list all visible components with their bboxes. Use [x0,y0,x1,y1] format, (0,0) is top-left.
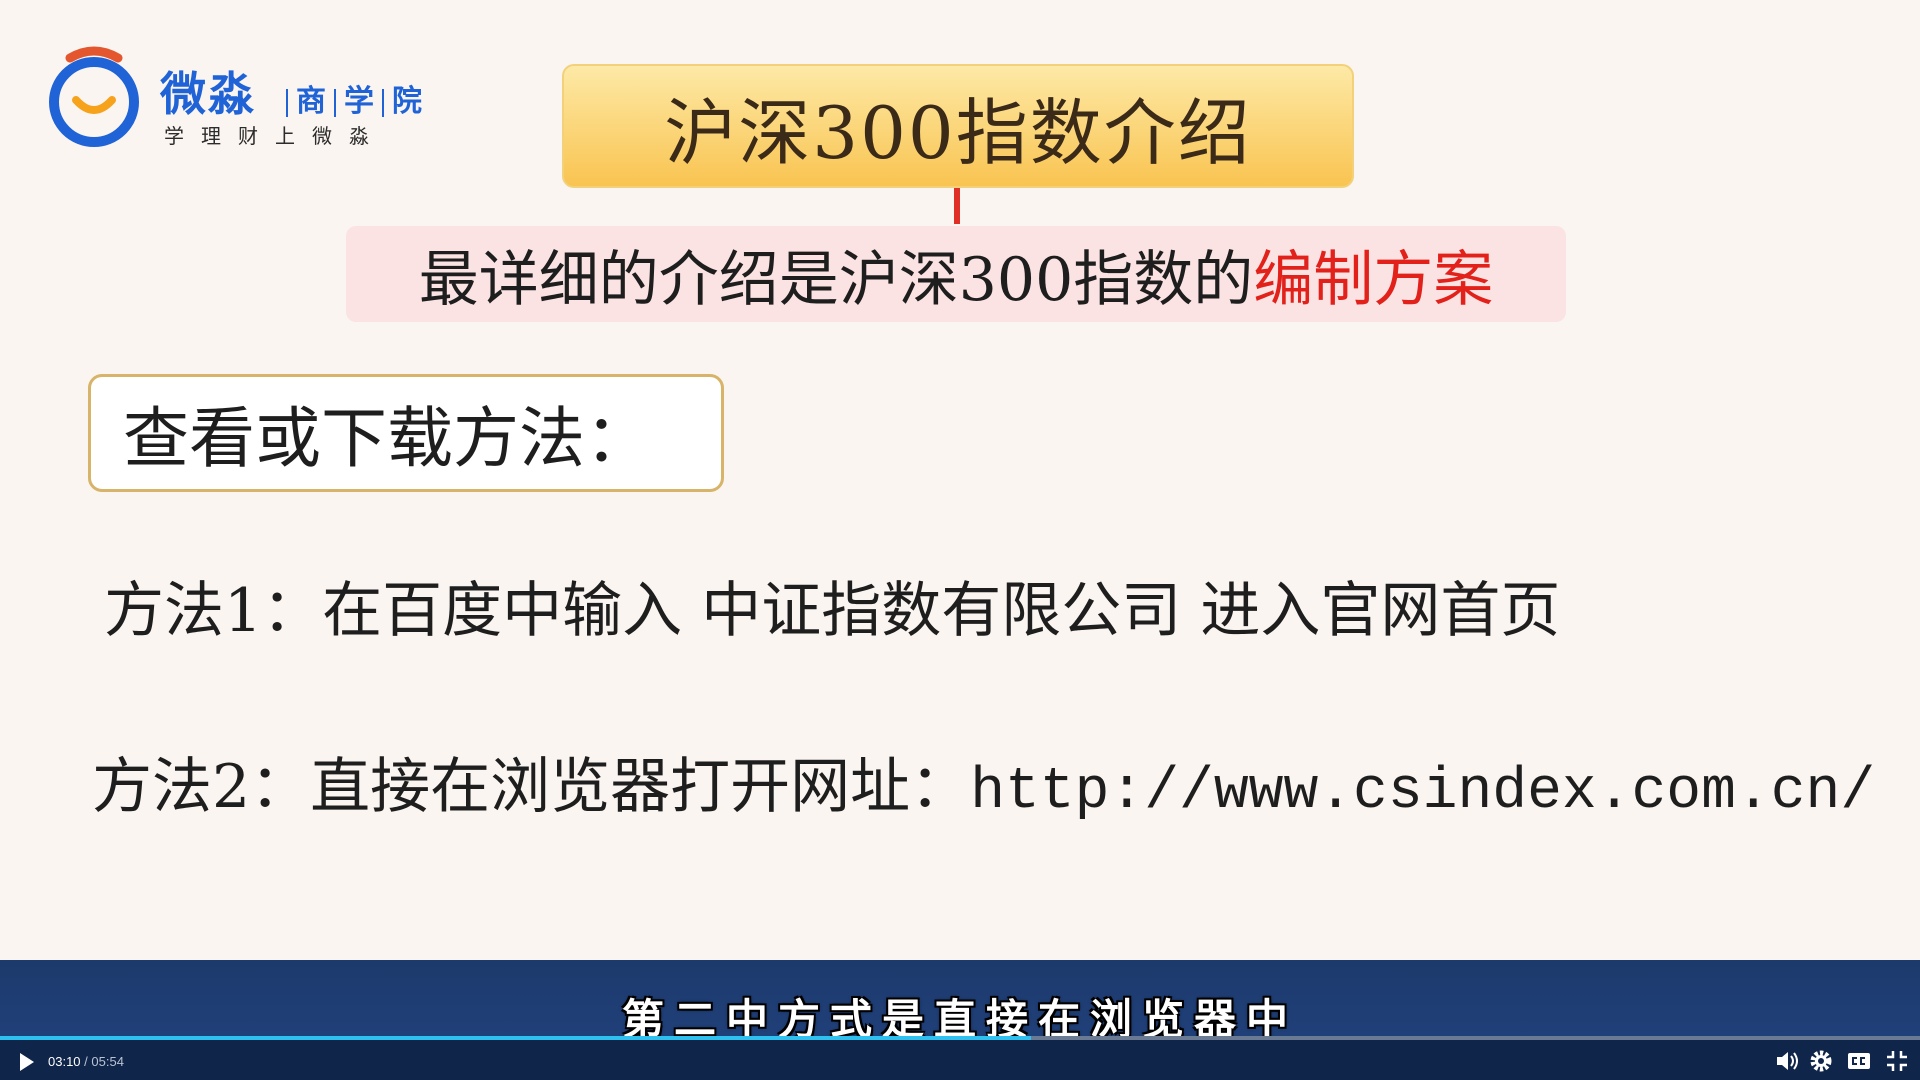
method-heading: 查看或下载方法： [88,374,724,492]
progress-bar[interactable] [0,1036,1920,1040]
slide-subtitle: 最详细的介绍是沪深300指数的 编制方案 [346,226,1566,322]
play-icon[interactable] [14,1050,38,1074]
closed-captions-icon[interactable] [1846,1048,1872,1074]
method-2-label: 方法2：直接在浏览器打开网址： [92,752,971,822]
subtitle-highlight: 编制方案 [1253,244,1494,315]
volume-icon[interactable] [1774,1048,1800,1074]
subtitle-text: 最详细的介绍是沪深300指数的 [418,244,1254,315]
exit-fullscreen-icon[interactable] [1884,1048,1910,1074]
time-separator: / [80,1054,92,1069]
logo-mark-icon [49,46,139,147]
brand-subtitle: 商学院 [278,76,422,120]
duration: 05:54 [91,1054,124,1069]
logo-divider [334,88,336,117]
brand-sub-1: 商 [296,84,326,119]
title-connector [954,188,960,224]
brand-logo: 微淼 商学院 学理财上微淼 [48,44,448,154]
method-2-url: http://www.csindex.com.cn/ [970,760,1876,825]
brand-sub-3: 院 [392,84,422,119]
player-control-bar [0,1036,1920,1080]
slide-title: 沪深300指数介绍 [562,64,1354,188]
logo-divider [382,88,384,117]
progress-fill [0,1036,1032,1040]
current-time: 03:10 [48,1054,81,1069]
method-1-text: 方法1：在百度中输入 中证指数有限公司 进入官网首页 [104,576,1561,646]
time-display: 03:10 / 05:54 [48,1054,124,1069]
method-2-text: 方法2：直接在浏览器打开网址：http://www.csindex.com.cn… [92,738,1875,825]
slide-content: 微淼 商学院 学理财上微淼 沪深300指数介绍 最详细的介绍是沪深300指数的编… [0,0,1920,960]
brand-sub-2: 学 [344,84,374,119]
video-player[interactable]: 微淼 商学院 学理财上微淼 沪深300指数介绍 最详细的介绍是沪深300指数的编… [0,0,1920,1080]
brand-tagline: 学理财上微淼 [164,124,386,148]
brand-name: 微淼 [160,67,256,121]
logo-divider [286,88,288,117]
gear-icon[interactable] [1808,1048,1834,1074]
